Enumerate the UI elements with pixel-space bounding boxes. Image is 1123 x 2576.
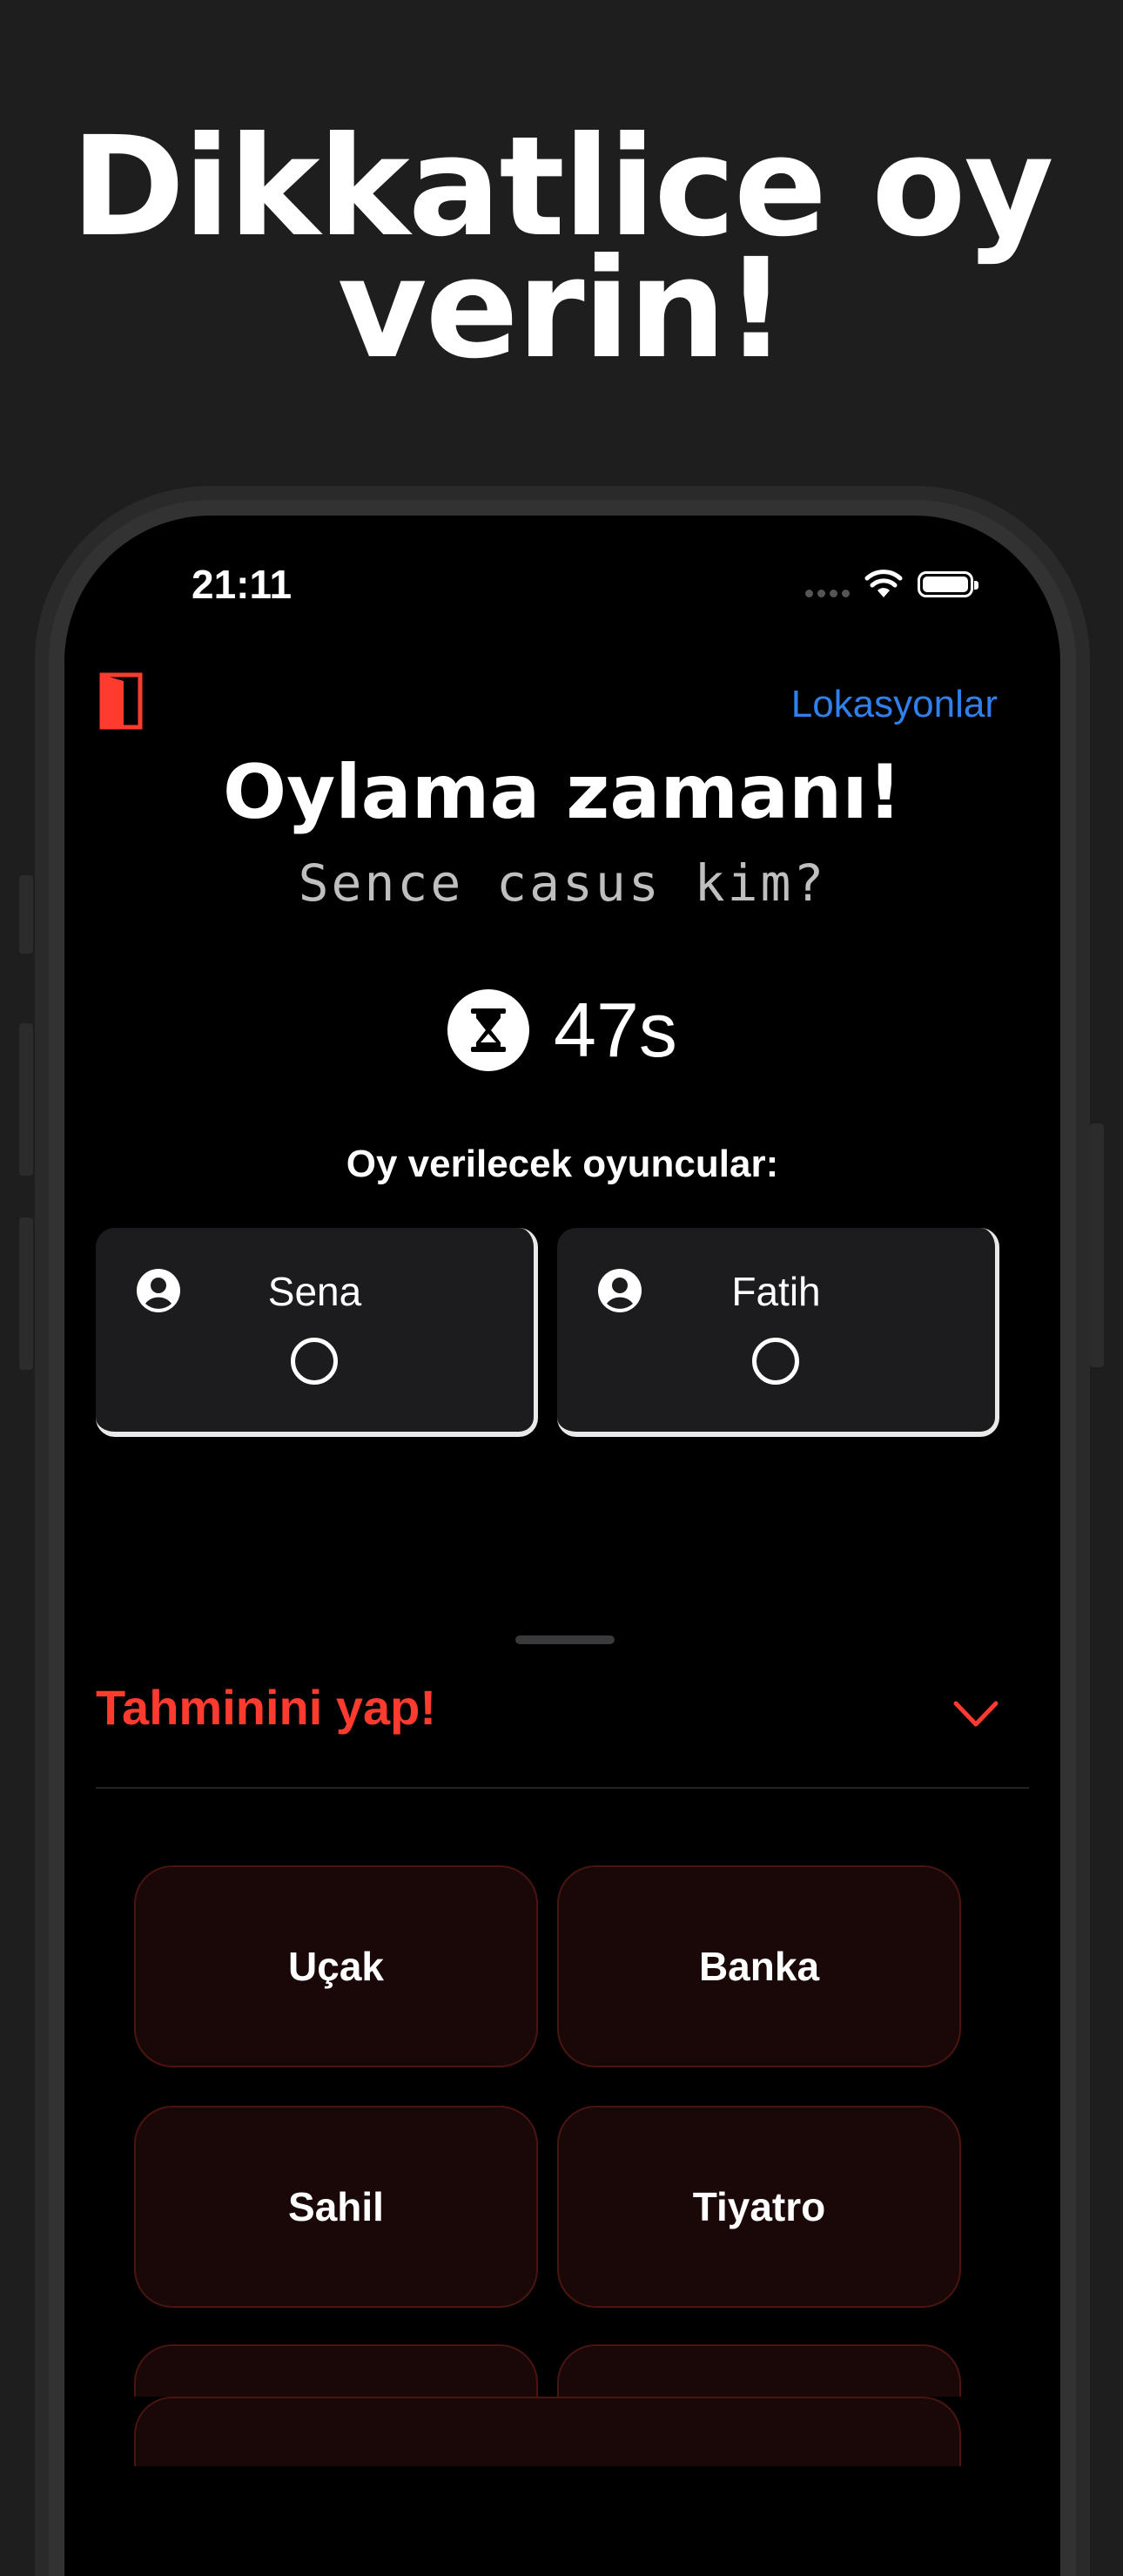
hourglass-icon — [447, 989, 530, 1071]
status-icons — [805, 570, 978, 599]
page-subtitle: Sence casus kim? — [298, 853, 827, 913]
phone-silent-switch — [19, 875, 33, 954]
phone-frame: 21:11 Lokasyonlar Oylama zamanı! Sence c… — [35, 486, 1090, 2576]
wifi-icon — [864, 570, 903, 597]
location-button-tiyatro[interactable]: Tiyatro — [557, 2106, 961, 2308]
phone-bezel: 21:11 Lokasyonlar Oylama zamanı! Sence c… — [49, 500, 1076, 2576]
vote-radio-button[interactable] — [752, 1338, 799, 1385]
promo-headline: Dikkatlice oy verin! — [0, 0, 1123, 488]
location-button-banka[interactable]: Banka — [557, 1865, 961, 2067]
player-name: Fatih — [731, 1269, 821, 1314]
location-button-sahil[interactable]: Sahil — [134, 2106, 538, 2308]
vote-radio-button[interactable] — [291, 1338, 338, 1385]
location-button-partial[interactable] — [134, 2344, 538, 2397]
timer-text: 47s — [554, 987, 677, 1073]
phone-volume-down — [19, 1217, 33, 1370]
guess-section-title[interactable]: Tahminini yap! — [96, 1679, 436, 1736]
chevron-down-icon[interactable] — [952, 1700, 999, 1730]
cellular-signal-icon — [805, 571, 850, 597]
countdown-timer: 47s — [64, 986, 1060, 1075]
player-card-fatih[interactable]: Fatih — [557, 1228, 999, 1437]
promo-line-2: verin! — [337, 229, 788, 389]
players-label: Oy verilecek oyuncular: — [346, 1143, 779, 1185]
player-name: Sena — [267, 1269, 362, 1314]
locations-link[interactable]: Lokasyonlar — [791, 683, 998, 726]
location-button-partial[interactable] — [557, 2344, 961, 2397]
page-title: Oylama zamanı! — [223, 749, 902, 836]
location-button-partial[interactable] — [134, 2397, 961, 2466]
phone-screen: 21:11 Lokasyonlar Oylama zamanı! Sence c… — [64, 516, 1060, 2576]
phone-volume-up — [19, 1023, 33, 1176]
sheet-grabber[interactable] — [515, 1635, 615, 1644]
location-button-ucak[interactable]: Uçak — [134, 1865, 538, 2067]
phone-power-button — [1090, 1123, 1104, 1367]
exit-door-icon[interactable] — [99, 672, 143, 730]
divider — [96, 1787, 1029, 1789]
battery-icon — [918, 571, 978, 597]
status-time: 21:11 — [192, 562, 293, 607]
player-card-sena[interactable]: Sena — [96, 1228, 538, 1437]
